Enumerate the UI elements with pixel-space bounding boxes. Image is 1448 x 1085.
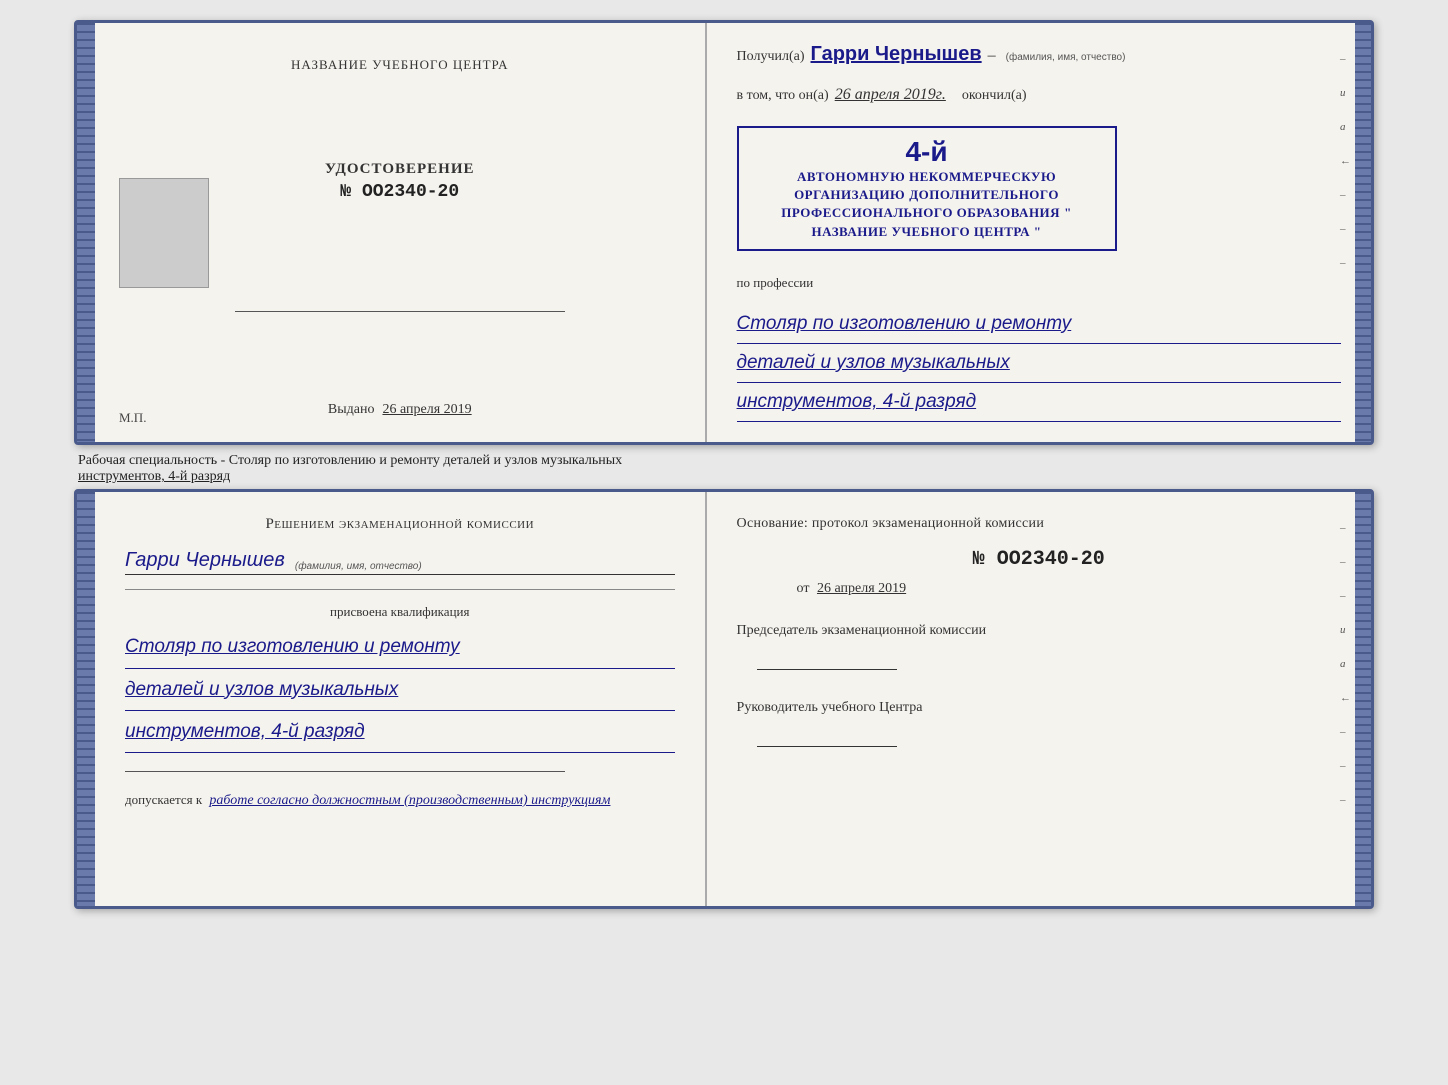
- prisvoyena-label: присвоена квалификация: [125, 604, 675, 620]
- osnovaniye-text: Основание: протокол экзаменационной коми…: [737, 516, 1341, 532]
- stamp-number: 4-й: [753, 136, 1101, 168]
- po-professii-label: по профессии: [737, 275, 1341, 291]
- okonchil-label: окончил(а): [962, 88, 1027, 104]
- side-mark-4: ←: [1340, 155, 1351, 167]
- side-mark-b1: –: [1340, 522, 1351, 534]
- stamp-block: 4-й АВТОНОМНУЮ НЕКОММЕРЧЕСКУЮ ОРГАНИЗАЦИ…: [737, 126, 1117, 251]
- side-mark-7: –: [1340, 257, 1351, 269]
- side-mark-b8: –: [1340, 760, 1351, 772]
- side-mark-3: а: [1340, 121, 1351, 133]
- poluchil-label: Получил(а): [737, 49, 805, 65]
- side-mark-b6: ←: [1340, 692, 1351, 704]
- name-dash: –: [988, 47, 996, 65]
- bottom-number: № OO2340-20: [737, 548, 1341, 571]
- vtom-label: в том, что он(а): [737, 88, 829, 104]
- vydano-label: Выдано: [328, 402, 375, 417]
- side-mark-2: и: [1340, 87, 1351, 99]
- udostoverenie-number: № OO2340-20: [325, 182, 475, 202]
- mp-label: М.П.: [119, 410, 146, 426]
- side-mark-5: –: [1340, 189, 1351, 201]
- side-mark-1: –: [1340, 53, 1351, 65]
- caption-underline: инструментов, 4-й разряд: [78, 469, 230, 484]
- rukovoditel-signature-line: [757, 746, 897, 747]
- dopuskaetsya-block: допускается к работе согласно должностны…: [125, 792, 675, 809]
- predsedatel-text: Председатель экзаменационной комиссии: [737, 621, 1341, 641]
- bottom-name: Гарри Чернышев: [125, 549, 285, 572]
- udostoverenie-title: УДОСТОВЕРЕНИЕ: [325, 161, 475, 178]
- name-hint-top: (фамилия, имя, отчество): [1006, 52, 1126, 63]
- profession-text: Столяр по изготовлению и ремонту деталей…: [737, 307, 1341, 423]
- side-mark-b5: а: [1340, 658, 1351, 670]
- side-mark-6: –: [1340, 223, 1351, 235]
- caption-before: Рабочая специальность - Столяр по изгото…: [78, 453, 622, 468]
- org-title-top: НАЗВАНИЕ УЧЕБНОГО ЦЕНТРА: [291, 57, 508, 73]
- rukovoditel-text: Руководитель учебного Центра: [737, 698, 1341, 718]
- side-mark-b3: –: [1340, 590, 1351, 602]
- vydano-date: 26 апреля 2019: [382, 402, 471, 417]
- ot-date-line: от 26 апреля 2019: [797, 581, 1341, 597]
- side-mark-b9: –: [1340, 794, 1351, 806]
- dopuskaetsya-value: работе согласно должностным (производств…: [209, 793, 610, 808]
- decision-title: Решением экзаменационной комиссии: [125, 516, 675, 533]
- photo-placeholder: [119, 178, 209, 288]
- vtom-date: 26 апреля 2019г.: [835, 86, 946, 104]
- recipient-name: Гарри Чернышев: [811, 43, 982, 66]
- side-mark-b4: и: [1340, 624, 1351, 636]
- predsedatel-signature-line: [757, 669, 897, 670]
- caption-block: Рабочая специальность - Столяр по изгото…: [74, 445, 1374, 489]
- qualification-text: Столяр по изготовлению и ремонту деталей…: [125, 630, 675, 753]
- bottom-name-hint: (фамилия, имя, отчество): [295, 561, 422, 572]
- side-mark-b2: –: [1340, 556, 1351, 568]
- side-mark-b7: –: [1340, 726, 1351, 738]
